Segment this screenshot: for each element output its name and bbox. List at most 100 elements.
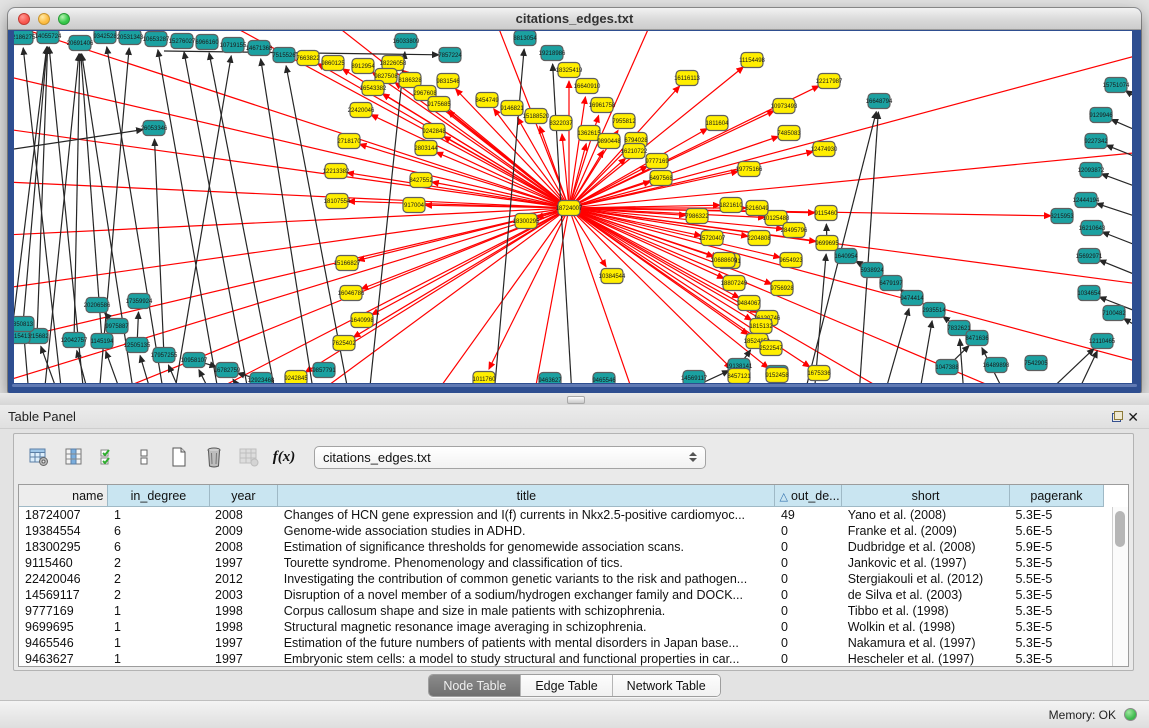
graph-node[interactable]: 7955812 [612,114,636,129]
graph-node[interactable]: 12217987 [816,74,843,89]
graph-node[interactable]: 10688609 [711,253,738,268]
graph-node[interactable]: 18300295 [513,214,540,229]
graph-node[interactable]: 12923468 [248,373,275,384]
graph-node[interactable]: 14569117 [681,371,708,384]
table-row[interactable]: 946554611997Estimation of the future num… [19,635,1104,651]
graph-node[interactable]: 1811604 [706,116,730,131]
graph-node[interactable]: 15720407 [699,231,726,246]
graph-node[interactable]: 19218986 [539,46,566,61]
close-panel-button[interactable]: ✕ [1127,410,1139,424]
graph-node[interactable]: 8912954 [351,59,375,74]
graph-node[interactable]: 6479197 [879,276,903,291]
graph-node[interactable]: 7663822 [296,51,320,66]
graph-node[interactable]: 9242848 [422,124,446,139]
graph-node[interactable]: 18325419 [556,63,583,78]
citation-network-graph[interactable]: 1218627514055724206914069342528205313431… [14,31,1132,383]
graph-node[interactable]: 8454749 [475,93,499,108]
graph-node[interactable]: 1034654 [1077,286,1101,301]
table-row[interactable]: 1872400712008Changes of HCN gene express… [19,507,1104,524]
graph-node[interactable]: 2718170 [337,134,361,149]
graph-node[interactable]: 14055724 [35,31,62,44]
zoom-window-button[interactable] [58,13,70,25]
graph-node[interactable]: 10384544 [599,269,626,284]
column-header-pagerank[interactable]: pagerank [1009,485,1103,507]
graph-node[interactable]: 9129946 [1089,108,1113,123]
graph-node[interactable]: 7485083 [777,126,801,141]
selection-mode-button[interactable] [98,446,120,468]
graph-node[interactable]: 16210643 [1079,221,1106,236]
column-header-short[interactable]: short [842,485,1010,507]
graph-node[interactable]: 12042757 [61,333,88,348]
table-row[interactable]: 911546021997Tourette syndrome. Phenomeno… [19,555,1104,571]
graph-node[interactable]: 9860125 [321,56,345,71]
graph-node[interactable]: 15276027 [169,34,196,49]
graph-node[interactable]: 2204808 [747,231,771,246]
graph-node[interactable]: 9975887 [105,319,129,334]
graph-node[interactable]: 20531343 [117,31,144,45]
table-scrollbar-thumb[interactable] [1115,511,1125,547]
close-window-button[interactable] [18,13,30,25]
graph-node[interactable]: 6216049 [745,201,769,216]
graph-node[interactable]: 9890448 [597,134,621,149]
graph-node[interactable]: 28495796 [781,223,808,238]
graph-node[interactable]: 1815132 [749,319,773,334]
graph-node[interactable]: 9484067 [737,296,761,311]
graph-node[interactable]: 16640910 [574,79,601,94]
graph-node[interactable]: 7542905 [1024,356,1048,371]
table-row[interactable]: 946362711997Embryonic stem cells: a mode… [19,651,1104,667]
memory-ok-icon[interactable] [1124,708,1137,721]
graph-node[interactable]: 9857791 [312,363,336,378]
graph-node[interactable]: 22420046 [348,103,375,118]
graph-node[interactable]: 6497568 [649,171,673,186]
graph-node[interactable]: 7986322 [685,209,709,224]
graph-node[interactable]: 17359924 [126,294,153,309]
graph-node[interactable]: 1640998 [350,313,374,328]
graph-node[interactable]: 18107554 [324,194,351,209]
graph-node[interactable]: 2522547 [759,341,783,356]
graph-node[interactable]: 20691406 [67,36,94,51]
graph-node[interactable]: 9465546 [592,373,616,384]
graph-node[interactable]: 16033809 [393,34,420,49]
graph-node[interactable]: 10958107 [181,353,208,368]
graph-node[interactable]: 9654923 [779,253,803,268]
graph-node[interactable]: 2803144 [414,141,438,156]
column-header-title[interactable]: title [278,485,775,507]
minimize-window-button[interactable] [38,13,50,25]
row-height-button[interactable] [133,446,155,468]
graph-node[interactable]: 20206586 [84,298,111,313]
column-header-in-degree[interactable]: in_degree [108,485,209,507]
table-row[interactable]: 977716911998Corpus callosum shape and si… [19,603,1104,619]
table-row[interactable]: 2242004622012Investigating the contribut… [19,571,1104,587]
table-mode-button[interactable] [28,446,50,468]
graph-node[interactable]: 850813 [14,317,34,332]
splitter-grip-icon[interactable] [567,396,585,404]
window-titlebar[interactable]: citations_edges.txt [8,8,1141,30]
import-table-button[interactable] [238,446,260,468]
graph-node[interactable]: 1821610 [719,198,743,213]
graph-node[interactable]: 15166827 [334,256,361,271]
graph-node[interactable]: 7515526 [272,48,296,63]
float-panel-button[interactable] [1107,409,1127,425]
graph-node[interactable]: 11154498 [739,53,765,68]
graph-node[interactable]: 12093872 [1078,163,1105,178]
graph-node[interactable]: 10653287 [143,32,170,47]
table-chooser-select[interactable]: citations_edges.txt [314,446,706,469]
graph-node[interactable]: 18807249 [721,276,748,291]
graph-node[interactable]: 917004 [403,198,425,213]
column-header-year[interactable]: year [209,485,278,507]
graph-node[interactable]: 12110465 [1089,334,1116,349]
graph-node[interactable]: 16489898 [983,358,1010,373]
delete-table-button[interactable] [203,446,225,468]
graph-node[interactable]: 9699695 [815,236,839,251]
column-visibility-button[interactable] [63,446,85,468]
graph-node[interactable]: 26053346 [141,121,168,136]
graph-node[interactable]: 9777169 [645,154,669,169]
graph-node[interactable]: 9756928 [770,281,794,296]
graph-node[interactable]: 9115460 [815,206,839,221]
graph-node[interactable]: 12505135 [124,338,151,353]
graph-node[interactable]: 9463627 [538,373,562,384]
graph-node[interactable]: 8457121 [727,369,751,384]
graph-node[interactable]: 9227342 [1084,134,1108,149]
graph-node[interactable]: 9474414 [900,291,924,306]
graph-node[interactable]: 18724007 [556,201,583,216]
